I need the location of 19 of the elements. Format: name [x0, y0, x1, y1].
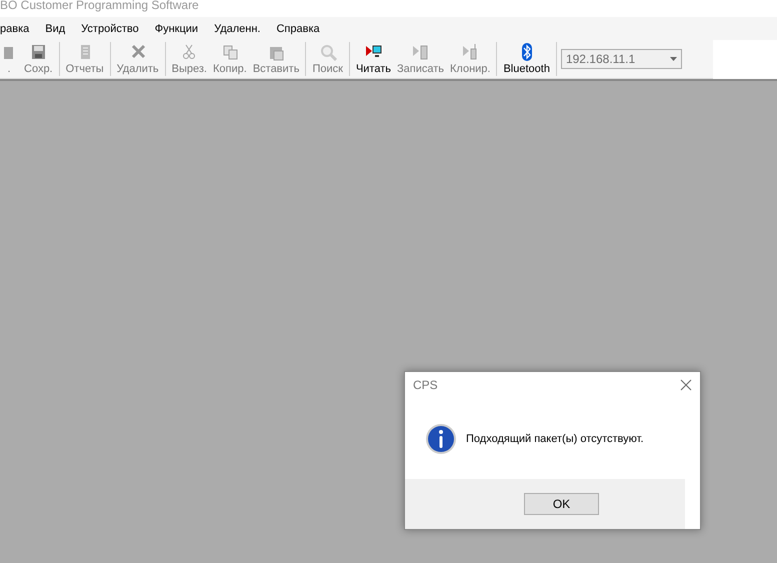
menu-item[interactable]: Удаленн.: [206, 22, 268, 34]
copy-icon: [220, 43, 239, 61]
toolbar-button[interactable]: Bluetooth: [500, 43, 553, 75]
menu-item[interactable]: Вид: [37, 22, 74, 34]
caret-icon: [670, 57, 677, 61]
menu-item[interactable]: Устройство: [73, 22, 147, 34]
toolbar-button[interactable]: Читать: [352, 43, 394, 75]
menu-item[interactable]: Функции: [146, 22, 206, 34]
dialog-message: Подходящий пакет(ы) отсутствуют.: [466, 432, 644, 444]
info-icon: [425, 422, 457, 454]
dialog-title: CPS: [413, 378, 438, 392]
menu-item[interactable]: равка: [0, 22, 38, 34]
menu-item[interactable]: Справка: [268, 22, 328, 34]
ok-button[interactable]: OK: [524, 493, 599, 515]
play-radio-icon: [461, 43, 480, 61]
window-title: BO Customer Programming Software: [0, 0, 777, 17]
close-icon[interactable]: [680, 379, 692, 391]
play-phone-icon: [411, 43, 430, 61]
search-icon: [318, 43, 337, 61]
